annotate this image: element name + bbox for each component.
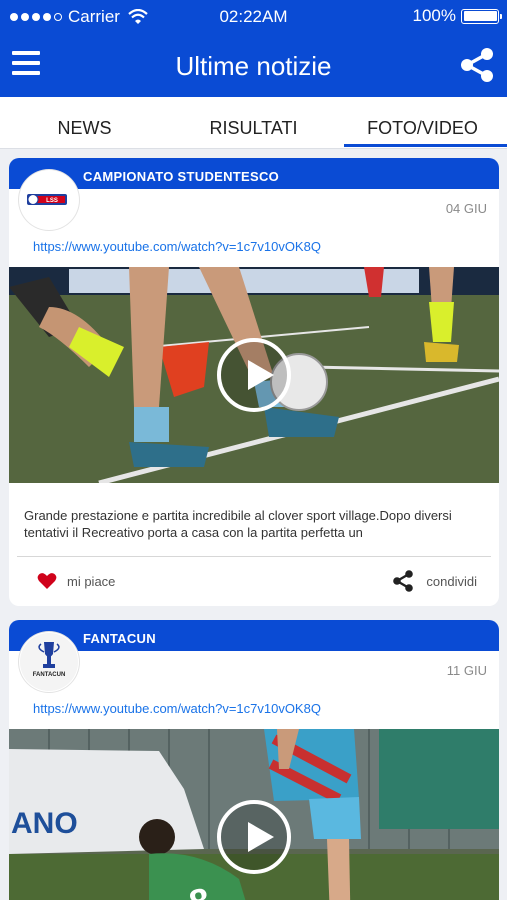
- team-logo: LSS: [19, 170, 79, 230]
- post-date: 04 GIU: [445, 201, 487, 216]
- post-card: FANTACUN FANTACUN 11 GIU https://www.you…: [9, 620, 499, 900]
- heart-icon: [37, 573, 57, 589]
- tab-foto-video[interactable]: FOTO/VIDEO: [338, 97, 507, 148]
- video-thumbnail[interactable]: [9, 267, 499, 483]
- tab-risultati[interactable]: RISULTATI: [169, 97, 338, 148]
- like-button[interactable]: mi piace: [37, 572, 115, 590]
- battery-percent: 100%: [412, 6, 456, 25]
- status-bar: Carrier 02:22AM 100%: [0, 0, 507, 33]
- share-icon: [393, 570, 414, 592]
- post-card: CAMPIONATO STUDENTESCO LSS 04 GIU https:…: [9, 158, 499, 606]
- video-thumbnail[interactable]: ANO 8: [9, 729, 499, 900]
- play-button[interactable]: [217, 800, 291, 874]
- divider: [17, 556, 491, 557]
- page-title: Ultime notizie: [175, 51, 332, 81]
- battery-icon: [461, 8, 502, 24]
- like-label: mi piace: [67, 573, 116, 589]
- status-right: 100%: [412, 6, 502, 26]
- post-title: CAMPIONATO STUDENTESCO: [9, 158, 499, 189]
- play-button[interactable]: [217, 338, 291, 412]
- fantacun-logo: FANTACUN: [20, 633, 78, 691]
- team-logo: FANTACUN: [19, 632, 79, 692]
- svg-text:FANTACUN: FANTACUN: [33, 672, 66, 678]
- post-description: Grande prestazione e partita incredibile…: [24, 508, 452, 540]
- lss-logo: LSS: [27, 194, 67, 205]
- tab-news[interactable]: NEWS: [0, 97, 169, 148]
- post-date: 11 GIU: [446, 663, 487, 678]
- app-bar: Ultime notizie: [0, 33, 507, 97]
- svg-text:LSS: LSS: [46, 198, 58, 204]
- share-icon[interactable]: [459, 47, 495, 83]
- svg-text:ANO: ANO: [11, 807, 78, 840]
- post-title: FANTACUN: [9, 620, 499, 651]
- video-link[interactable]: https://www.youtube.com/watch?v=1c7v10vO…: [33, 701, 321, 716]
- share-label: condividi: [426, 573, 477, 589]
- video-link[interactable]: https://www.youtube.com/watch?v=1c7v10vO…: [33, 239, 321, 254]
- tab-bar: NEWS RISULTATI FOTO/VIDEO: [0, 97, 507, 149]
- share-button[interactable]: condividi: [392, 570, 477, 592]
